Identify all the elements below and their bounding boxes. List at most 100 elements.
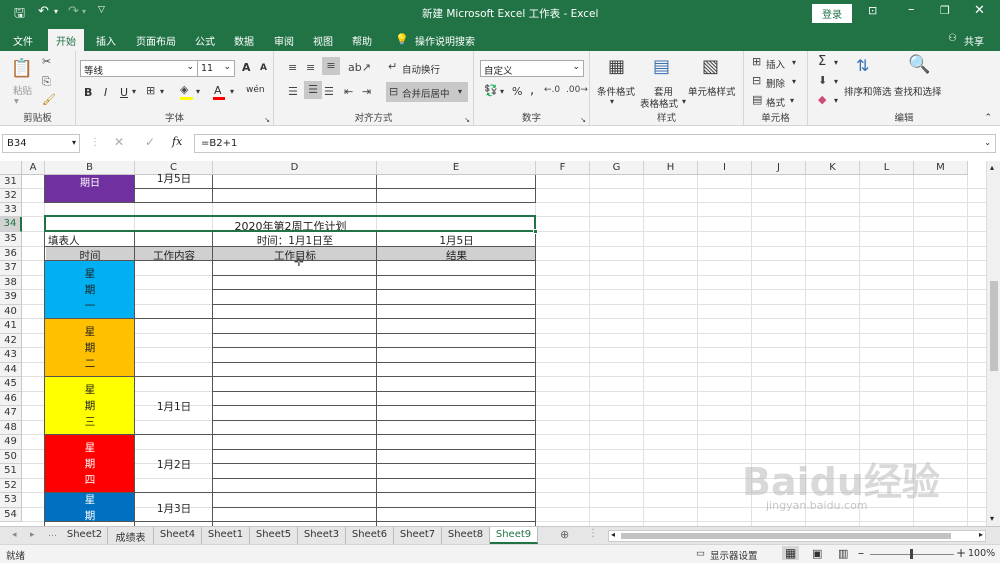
delete-dropdown-icon[interactable]: ▾ (792, 77, 796, 86)
row-header-41[interactable]: 41 (0, 319, 22, 334)
page-layout-view-icon[interactable]: ▣ (812, 547, 822, 560)
zoom-slider-thumb[interactable] (910, 549, 913, 559)
conditional-format-icon[interactable]: ▦ (608, 56, 625, 77)
clear-icon[interactable]: ◆ (818, 93, 826, 106)
cancel-icon[interactable]: ✕ (114, 135, 124, 149)
increase-decimal-icon[interactable]: ←.0 (544, 85, 560, 95)
column-header-a[interactable]: A (22, 161, 45, 175)
phonetic-button[interactable]: wén (246, 85, 265, 95)
column-header-b[interactable]: B (45, 161, 135, 175)
find-select-icon[interactable]: 🔍 (908, 54, 930, 75)
tab-review[interactable]: 审阅 (274, 31, 294, 50)
restore-icon[interactable]: ❐ (940, 4, 950, 17)
sheet-tab-7[interactable]: Sheet6 (346, 527, 394, 544)
autosum-dropdown-icon[interactable]: ▾ (834, 58, 838, 67)
tab-page-layout[interactable]: 页面布局 (136, 31, 176, 50)
insert-function-button[interactable]: fx (172, 135, 182, 148)
normal-view-icon[interactable]: ▦ (782, 546, 800, 560)
zoom-in-icon[interactable]: + (956, 546, 966, 560)
table-format-dropdown-icon[interactable]: ▾ (682, 97, 686, 106)
sheet-tab-8[interactable]: Sheet7 (394, 527, 442, 544)
sheet-tab-5[interactable]: Sheet5 (250, 527, 298, 544)
undo-dropdown-icon[interactable]: ▾ (54, 7, 58, 16)
merge-center-button[interactable]: ⊟ 合并后居中 ▾ (386, 82, 468, 102)
row-header-43[interactable]: 43 (0, 348, 22, 363)
day-date-cell[interactable]: 1月1日 (135, 399, 213, 414)
increase-indent-icon[interactable]: ⇥ (362, 85, 371, 98)
insert-cells-icon[interactable]: ⊞ (752, 55, 761, 68)
align-right-icon[interactable]: ☰ (324, 85, 334, 98)
delete-cells-button[interactable]: 删除 (766, 76, 785, 90)
row-header-52[interactable]: 52 (0, 479, 22, 493)
row-header-34[interactable]: 34 (0, 217, 22, 232)
align-top-icon[interactable]: ≡ (288, 61, 297, 74)
row-header-32[interactable]: 32 (0, 189, 22, 203)
column-header-l[interactable]: L (860, 161, 914, 175)
decrease-indent-icon[interactable]: ⇤ (344, 85, 353, 98)
table-format-button-line2[interactable]: 表格格式 (640, 96, 678, 110)
minimize-icon[interactable]: – (908, 2, 915, 17)
column-header-i[interactable]: I (698, 161, 752, 175)
font-size-combo[interactable]: 11 ⌄ (197, 60, 235, 77)
tab-formulas[interactable]: 公式 (195, 31, 215, 50)
row-header-50[interactable]: 50 (0, 450, 22, 464)
fill-dropdown-icon[interactable]: ▾ (834, 77, 838, 86)
wrap-text-button[interactable]: 自动换行 (402, 62, 440, 76)
row-header-37[interactable]: 37 (0, 261, 22, 276)
border-icon[interactable]: ⊞ (146, 84, 155, 97)
row-header-33[interactable]: 33 (0, 203, 22, 217)
format-cells-button[interactable]: 格式 (766, 95, 785, 109)
login-button[interactable]: 登录 (812, 4, 852, 23)
column-header-f[interactable]: F (536, 161, 590, 175)
font-color-button[interactable]: A (214, 84, 222, 97)
tab-data[interactable]: 数据 (234, 31, 254, 50)
conditional-format-dropdown-icon[interactable]: ▾ (610, 97, 614, 106)
date-cell[interactable]: 1月5日 (135, 171, 213, 186)
currency-dropdown-icon[interactable]: ▾ (500, 87, 504, 96)
underline-button[interactable]: U (120, 86, 128, 99)
display-settings-button[interactable]: 显示器设置 (710, 548, 758, 562)
column-header-d[interactable]: D (213, 161, 377, 175)
zoom-level[interactable]: 100% (968, 548, 995, 559)
format-cells-icon[interactable]: ▤ (752, 93, 762, 106)
row-header-35[interactable]: 35 (0, 232, 22, 247)
row-header-31[interactable]: 31 (0, 175, 22, 189)
alignment-dialog-launcher-icon[interactable]: ↘ (464, 116, 470, 124)
cut-icon[interactable]: ✂ (42, 55, 51, 68)
scroll-left-icon[interactable]: ◂ (611, 530, 615, 539)
weekday-label[interactable]: 期日 (45, 174, 135, 189)
customize-qat-icon[interactable]: ▽ (98, 5, 105, 15)
formula-input[interactable]: =B2+1 ⌄ (194, 134, 996, 153)
more-sheets-icon[interactable]: … (48, 529, 57, 539)
column-header-g[interactable]: G (590, 161, 644, 175)
insert-cells-button[interactable]: 插入 (766, 57, 785, 71)
cell-styles-icon[interactable]: ▧ (702, 56, 719, 77)
worksheet-grid[interactable]: ABCDEFGHIJKLM 31 32 33 34 35 36 37 38 39 40 41 42 43… (0, 161, 1000, 526)
row-header-40[interactable]: 40 (0, 305, 22, 319)
fill-color-icon[interactable]: ◈ (180, 83, 188, 96)
redo-icon[interactable]: ↷ (68, 4, 79, 19)
tell-me-search[interactable]: 操作说明搜索 (415, 31, 475, 50)
tab-file[interactable]: 文件 (13, 31, 33, 50)
autosum-button[interactable]: Σ (818, 54, 826, 69)
row-header-48[interactable]: 48 (0, 421, 22, 435)
fill-handle[interactable] (533, 229, 538, 234)
ribbon-display-icon[interactable]: ⊡ (868, 4, 877, 17)
close-icon[interactable]: ✕ (974, 3, 985, 18)
redo-dropdown-icon[interactable]: ▾ (82, 7, 86, 16)
row-header-42[interactable]: 42 (0, 334, 22, 348)
scroll-down-icon[interactable]: ▾ (990, 514, 994, 523)
sheet-tab-6[interactable]: Sheet3 (298, 527, 346, 544)
tab-help[interactable]: 帮助 (352, 31, 372, 50)
wrap-text-icon[interactable]: ↵ (388, 60, 397, 73)
table-format-icon[interactable]: ▤ (653, 56, 670, 77)
row-header-44[interactable]: 44 (0, 363, 22, 377)
sheet-tab-2[interactable]: 成绩表 (108, 527, 154, 544)
underline-dropdown-icon[interactable]: ▾ (132, 87, 136, 96)
row-header-46[interactable]: 46 (0, 392, 22, 406)
paste-button[interactable]: 粘贴 (13, 83, 32, 97)
grow-font-button[interactable]: A (242, 61, 251, 74)
collapse-ribbon-icon[interactable]: ⌃ (984, 113, 992, 123)
row-header-36[interactable]: 36 (0, 247, 22, 261)
percent-button[interactable]: % (512, 85, 522, 98)
